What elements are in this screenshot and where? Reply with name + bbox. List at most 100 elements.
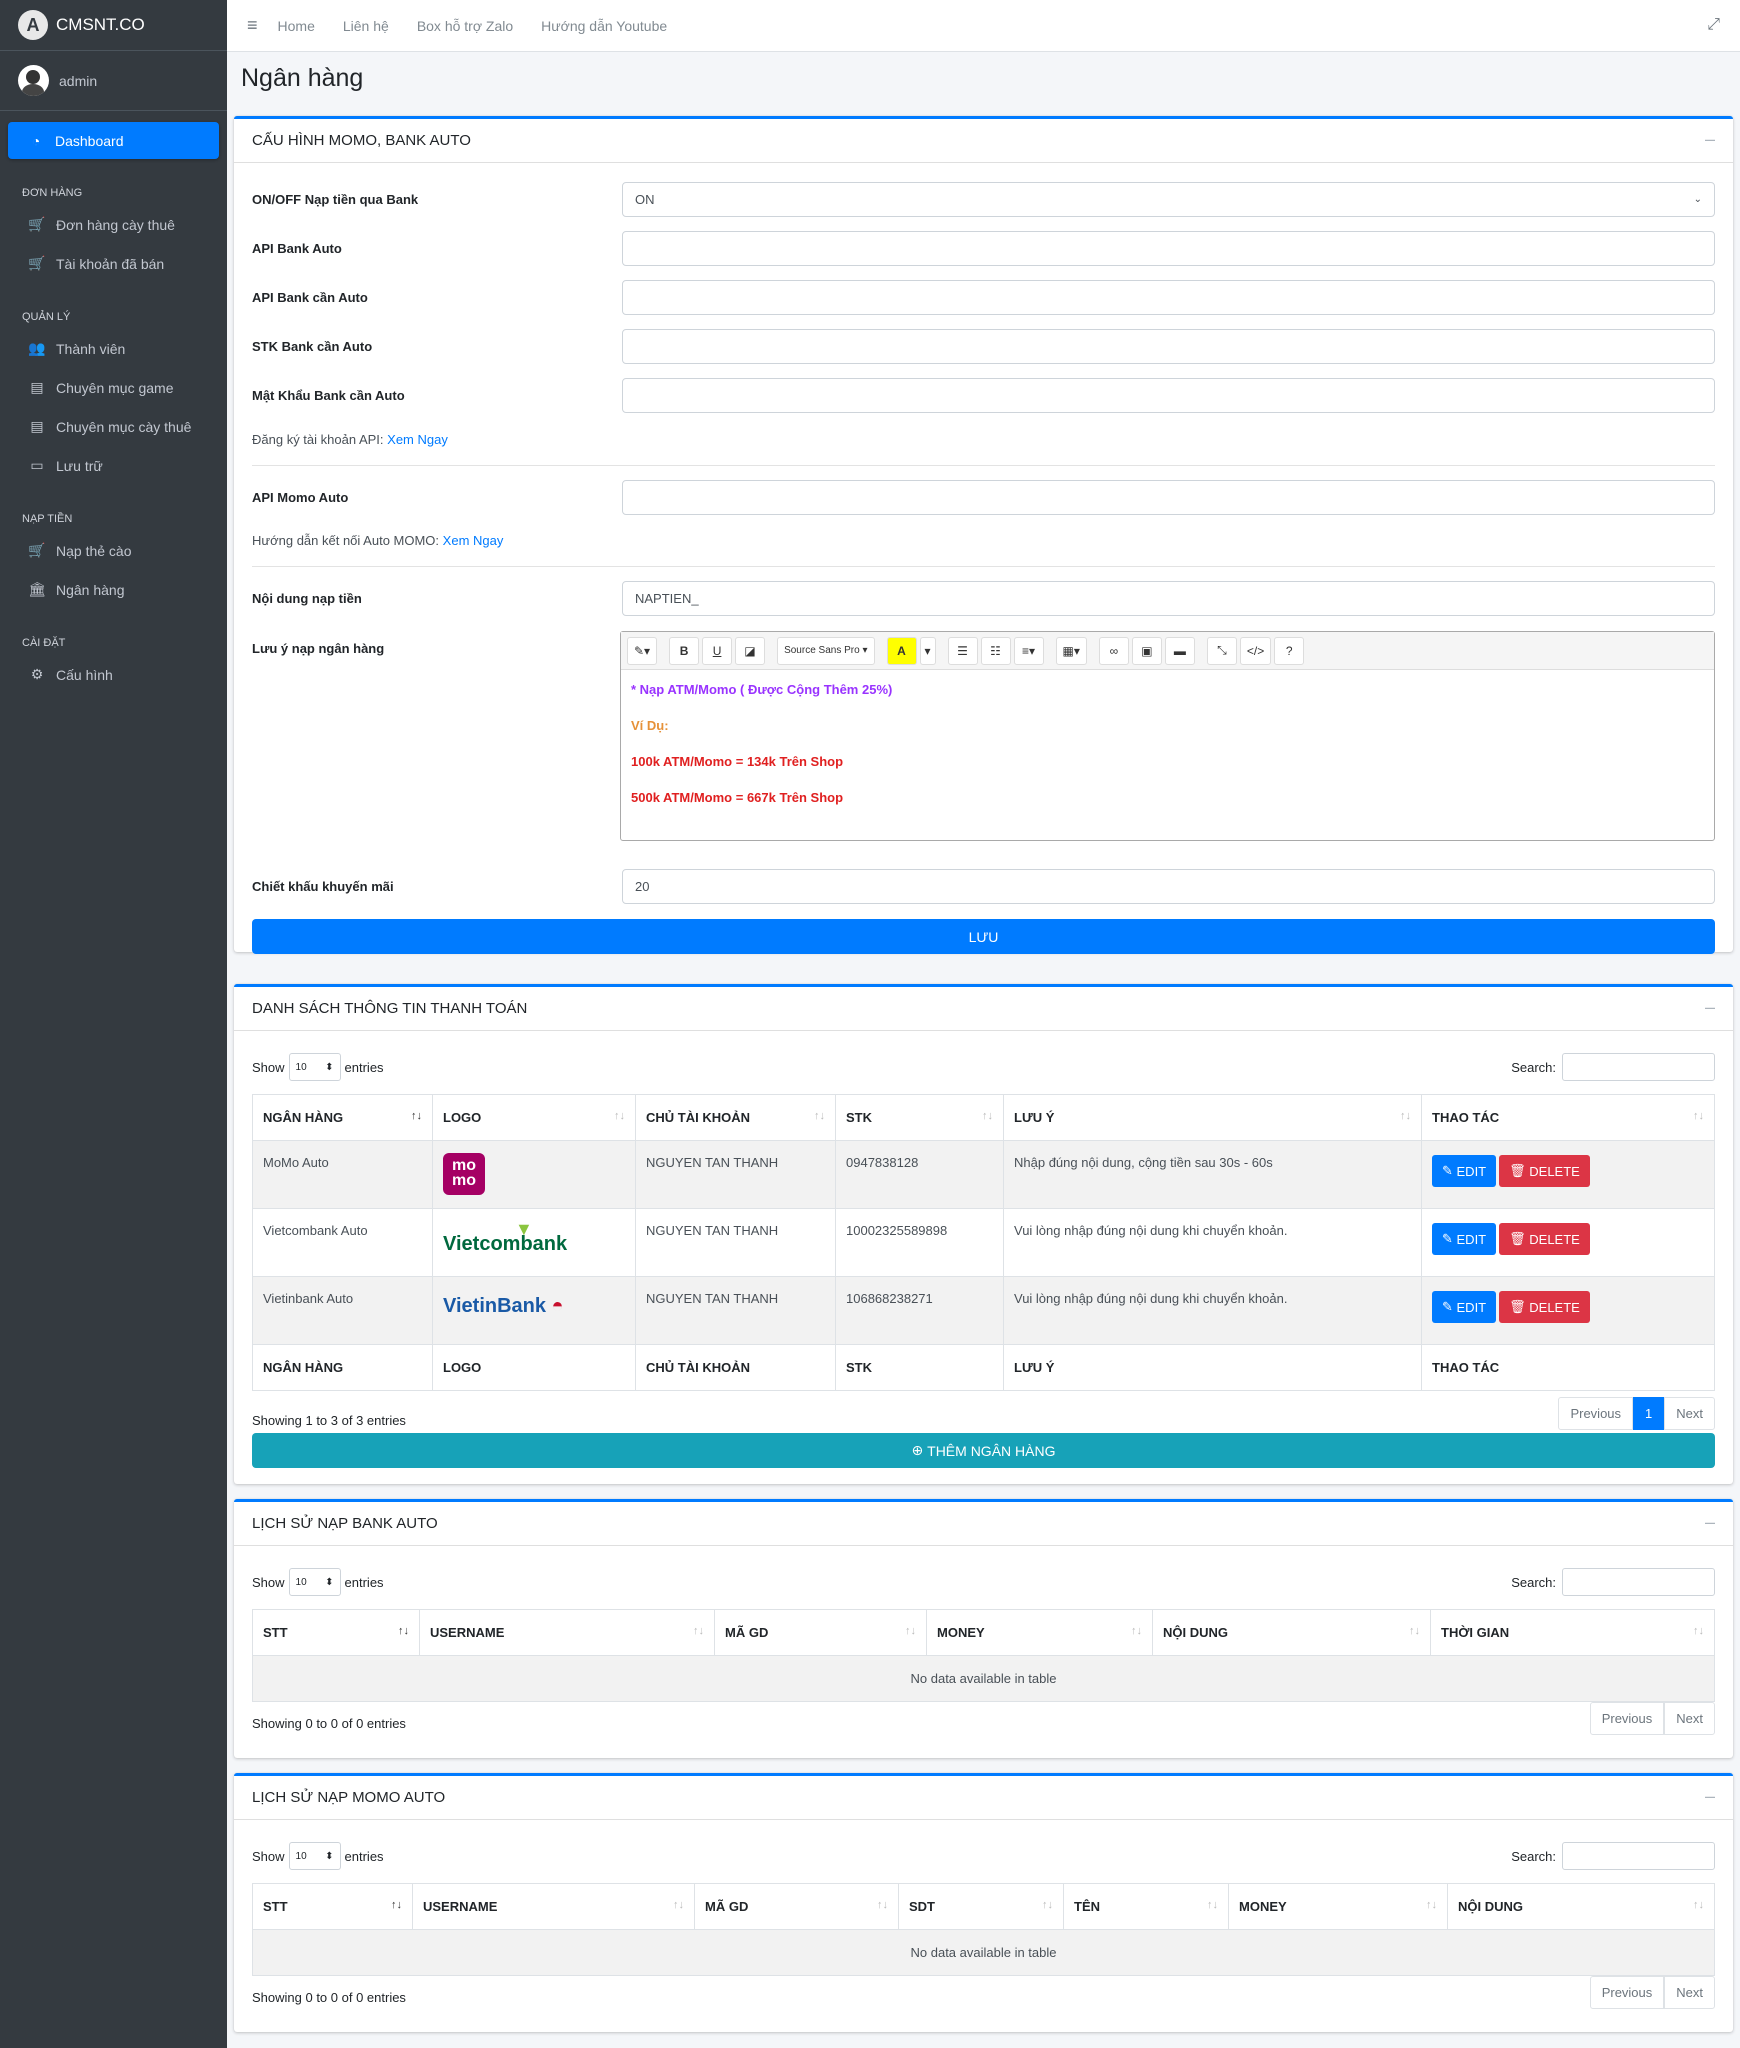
content-input[interactable]: NAPTIEN_ <box>622 581 1715 616</box>
delete-button[interactable]: 🗑 DELETE <box>1499 1291 1590 1323</box>
editor-content[interactable]: * Nạp ATM/Momo ( Được Cộng Thêm 25%) Ví … <box>621 670 1714 838</box>
caret-down-icon[interactable]: ▾ <box>919 636 936 665</box>
next-button[interactable]: Next <box>1664 1976 1715 2009</box>
edit-button[interactable]: ✎ EDIT <box>1432 1223 1497 1255</box>
next-button[interactable]: Next <box>1664 1397 1715 1430</box>
column-header[interactable]: MONEY ↑↓ <box>926 1609 1153 1656</box>
previous-button[interactable]: Previous <box>1558 1397 1634 1430</box>
next-button[interactable]: Next <box>1664 1702 1715 1735</box>
register-link[interactable]: Xem Ngay <box>387 432 448 447</box>
sidebar-item[interactable]: 🛒 Đơn hàng cày thuê <box>8 205 219 244</box>
add-bank-button[interactable]: ⊕ THÊM NGÂN HÀNG <box>252 1433 1715 1468</box>
api-bank-can-input[interactable] <box>622 280 1715 315</box>
brand[interactable]: A CMSNT.CO <box>0 0 227 51</box>
unordered-list-icon[interactable]: ☰ <box>947 636 978 665</box>
column-header[interactable]: SDT ↑↓ <box>898 1883 1064 1930</box>
collapse-icon[interactable]: – <box>1705 997 1715 1018</box>
sidebar-item[interactable]: ▤ Chuyên mục cày thuê <box>8 407 219 446</box>
menu-toggle-icon[interactable]: ≡ <box>247 15 258 36</box>
nav-link-contact[interactable]: Liên hệ <box>343 18 389 34</box>
column-header[interactable]: TÊN ↑↓ <box>1063 1883 1229 1930</box>
column-header[interactable]: STK ↑↓ <box>835 1094 1004 1141</box>
sidebar-item[interactable]: 🛒 Nạp thẻ cào <box>8 531 219 570</box>
sidebar-item[interactable]: 👥 Thành viên <box>8 329 219 368</box>
magic-icon[interactable]: ✎▾ <box>627 636 658 665</box>
column-header[interactable]: STT ↑↓ <box>252 1609 420 1656</box>
column-header[interactable]: NGÂN HÀNG ↑↓ <box>252 1094 433 1141</box>
eraser-icon[interactable]: ◪ <box>735 636 766 665</box>
column-header[interactable]: LOGO ↑↓ <box>432 1094 636 1141</box>
bank-toggle-select[interactable]: ON ⌄ <box>622 182 1715 217</box>
sidebar-item[interactable]: 🏛 Ngân hàng <box>8 570 219 609</box>
column-header[interactable]: CHỦ TÀI KHOẢN ↑↓ <box>635 1094 836 1141</box>
sort-icon: ↑↓ <box>1409 1625 1420 1637</box>
cell-actions: ✎ EDIT 🗑 DELETE <box>1421 1276 1715 1345</box>
code-view-icon[interactable]: </> <box>1239 636 1272 665</box>
api-momo-input[interactable] <box>622 480 1715 515</box>
column-label: MÃ GD <box>725 1625 769 1640</box>
fullscreen-icon[interactable]: ⤢ <box>1707 16 1720 34</box>
column-header[interactable]: LƯU Ý ↑↓ <box>1003 1094 1422 1141</box>
table-icon[interactable]: ▦▾ <box>1055 636 1087 665</box>
page-size-select[interactable]: 10 ⬍ <box>288 1568 341 1596</box>
column-header[interactable]: MÃ GD ↑↓ <box>694 1883 899 1930</box>
collapse-icon[interactable]: – <box>1705 1512 1715 1533</box>
file-icon: ▤ <box>30 379 44 395</box>
card-header: LỊCH SỬ NẠP MOMO AUTO – <box>234 1776 1733 1820</box>
delete-button[interactable]: 🗑 DELETE <box>1499 1223 1590 1255</box>
nav-link-home[interactable]: Home <box>278 18 315 34</box>
video-icon[interactable]: ▬ <box>1164 636 1195 665</box>
user-panel[interactable]: admin <box>0 51 227 111</box>
column-header[interactable]: STT ↑↓ <box>252 1883 413 1930</box>
text-color-icon[interactable]: A <box>886 636 917 665</box>
column-header[interactable]: MÃ GD ↑↓ <box>714 1609 927 1656</box>
nav-link-zalo[interactable]: Box hỗ trợ Zalo <box>417 18 513 34</box>
previous-button[interactable]: Previous <box>1589 1976 1665 2009</box>
discount-input[interactable]: 20 <box>622 869 1715 904</box>
image-icon[interactable]: ▣ <box>1131 636 1162 665</box>
page-size-select[interactable]: 10 ⬍ <box>288 1842 341 1870</box>
ordered-list-icon[interactable]: ☷ <box>980 636 1011 665</box>
rich-text-editor: ✎▾ B U ◪ Source Sans Pro ▾ A ▾ ☰ ☷ ≡▾ ▦▾… <box>620 631 1715 841</box>
page-size-select[interactable]: 10 ⬍ <box>288 1053 341 1081</box>
link-icon[interactable]: ∞ <box>1098 636 1129 665</box>
content-label: Nội dung nạp tiền <box>252 591 362 606</box>
collapse-icon[interactable]: – <box>1705 129 1715 150</box>
register-hint: Đăng ký tài khoản API: Xem Ngay <box>252 432 448 447</box>
save-button[interactable]: LƯU <box>252 919 1715 954</box>
column-header[interactable]: MONEY ↑↓ <box>1228 1883 1448 1930</box>
sidebar-item[interactable]: 🛒 Tài khoản đã bán <box>8 244 219 283</box>
page-button-1[interactable]: 1 <box>1633 1397 1665 1430</box>
column-header[interactable]: NỘI DUNG ↑↓ <box>1447 1883 1715 1930</box>
column-header[interactable]: USERNAME ↑↓ <box>419 1609 715 1656</box>
momo-guide-link[interactable]: Xem Ngay <box>443 533 504 548</box>
fullscreen-icon[interactable]: ⤡ <box>1206 636 1237 665</box>
edit-button[interactable]: ✎ EDIT <box>1432 1291 1497 1323</box>
column-header[interactable]: NỘI DUNG ↑↓ <box>1152 1609 1431 1656</box>
collapse-icon[interactable]: – <box>1705 1786 1715 1807</box>
password-input[interactable] <box>622 378 1715 413</box>
sidebar-item[interactable]: ▤ Chuyên mục game <box>8 368 219 407</box>
bold-icon[interactable]: B <box>669 636 700 665</box>
edit-button[interactable]: ✎ EDIT <box>1432 1155 1497 1187</box>
help-icon[interactable]: ? <box>1274 636 1305 665</box>
select-value: ON <box>635 192 655 207</box>
search-input[interactable] <box>1562 1842 1715 1870</box>
sidebar-item[interactable]: ▭ Lưu trữ <box>8 446 219 485</box>
search-input[interactable] <box>1562 1568 1715 1596</box>
column-header[interactable]: THAO TÁC ↑↓ <box>1421 1094 1715 1141</box>
delete-button[interactable]: 🗑 DELETE <box>1499 1155 1590 1187</box>
font-family-select[interactable]: Source Sans Pro ▾ <box>777 636 875 665</box>
previous-button[interactable]: Previous <box>1589 1702 1665 1735</box>
column-header[interactable]: THỜI GIAN ↑↓ <box>1430 1609 1715 1656</box>
search-input[interactable] <box>1562 1053 1715 1081</box>
sidebar-item[interactable]: ⚙ Cấu hình <box>8 655 219 694</box>
api-bank-input[interactable] <box>622 231 1715 266</box>
align-icon[interactable]: ≡▾ <box>1013 636 1044 665</box>
nav-link-youtube[interactable]: Hướng dẫn Youtube <box>541 18 667 34</box>
sidebar-item-dashboard[interactable]: ◔ Dashboard <box>8 122 219 159</box>
stk-input[interactable] <box>622 329 1715 364</box>
sort-icon: ↑↓ <box>693 1625 704 1637</box>
underline-icon[interactable]: U <box>702 636 733 665</box>
column-header[interactable]: USERNAME ↑↓ <box>412 1883 695 1930</box>
